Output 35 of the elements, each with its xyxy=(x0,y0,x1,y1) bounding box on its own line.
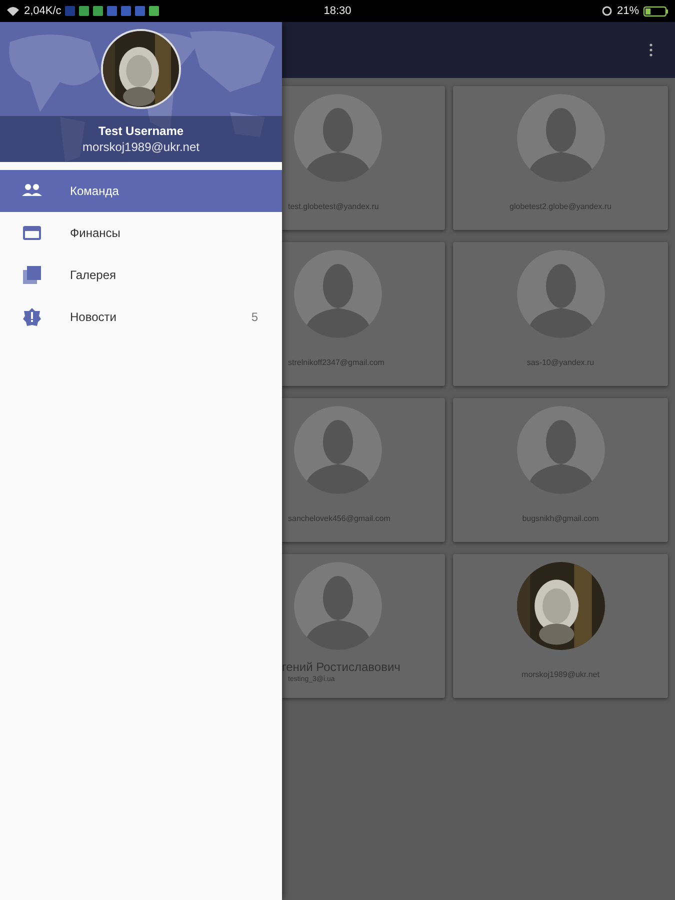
user-email: morskoj1989@ukr.net xyxy=(82,140,200,154)
avatar-placeholder-icon xyxy=(516,406,604,494)
wifi-icon xyxy=(6,5,20,17)
avatar-placeholder-icon xyxy=(294,250,382,338)
sync-icon xyxy=(600,5,613,17)
gallery-icon xyxy=(22,265,42,285)
drawer-item-label: Команда xyxy=(70,184,120,198)
notification-icon xyxy=(121,6,132,16)
notification-icon xyxy=(135,6,146,16)
clock: 18:30 xyxy=(324,5,352,17)
drawer-item[interactable]: Новости 5 xyxy=(0,296,282,338)
more-menu-icon[interactable] xyxy=(649,43,653,57)
network-speed: 2,04K/c xyxy=(24,5,62,17)
credit-card-icon xyxy=(22,223,42,243)
battery-icon xyxy=(643,6,669,16)
avatar-placeholder-icon xyxy=(294,406,382,494)
notification-icon xyxy=(65,6,76,16)
battery-percent: 21% xyxy=(616,5,639,17)
avatar-placeholder-icon xyxy=(294,562,382,650)
drawer-item[interactable]: Команда xyxy=(0,170,282,212)
drawer-item[interactable]: Галерея xyxy=(0,254,282,296)
notification-icon xyxy=(79,6,90,16)
drawer-item-label: Финансы xyxy=(70,226,122,240)
drawer-item[interactable]: Финансы xyxy=(0,212,282,254)
badge-alert-icon xyxy=(22,307,42,327)
avatar-placeholder-icon xyxy=(516,250,604,338)
avatar-placeholder-icon xyxy=(294,94,382,182)
drawer-item-label: Галерея xyxy=(70,268,118,282)
drawer-item-label: Новости xyxy=(70,310,118,324)
notification-icon xyxy=(149,6,160,16)
notification-icon xyxy=(93,6,104,16)
avatar-placeholder-icon xyxy=(516,94,604,182)
news-count: 5 xyxy=(251,310,258,324)
user-name: Test Username xyxy=(98,124,184,138)
notification-icon xyxy=(107,6,118,16)
